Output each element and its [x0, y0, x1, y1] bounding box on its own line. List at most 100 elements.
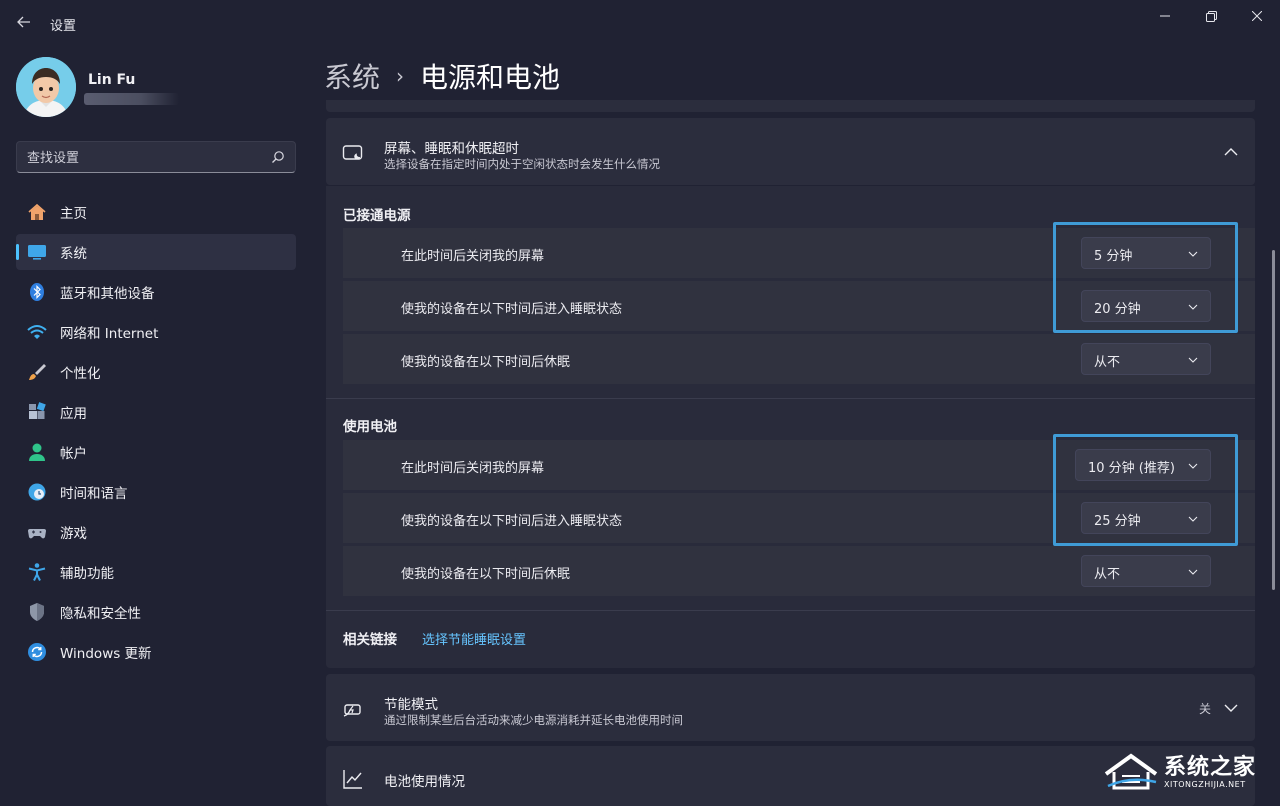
sidebar-item-label: 系统: [60, 246, 87, 262]
sidebar-item-label: 游戏: [60, 526, 87, 542]
user-name: Lin Fu: [88, 72, 136, 88]
apps-icon: [26, 401, 48, 423]
shield-icon: [26, 601, 48, 623]
search-icon[interactable]: [271, 150, 285, 164]
sidebar-item-label: 主页: [60, 206, 87, 222]
restore-icon: [1205, 10, 1217, 22]
sidebar-item-time-language[interactable]: 时间和语言: [16, 474, 296, 510]
row-label: 在此时间后关闭我的屏幕: [401, 461, 545, 476]
watermark-url: XITONGZHIJIA.NET: [1164, 779, 1246, 789]
section-title: 节能模式: [384, 697, 438, 713]
bluetooth-icon: [26, 281, 48, 303]
accessibility-icon: [26, 561, 48, 583]
on-battery-label: 使用电池: [343, 419, 397, 435]
divider: [326, 398, 1255, 399]
sidebar-item-personalization[interactable]: 个性化: [16, 354, 296, 390]
search-box[interactable]: [16, 141, 296, 174]
section-description: 选择设备在指定时间内处于空闲状态时会发生什么情况: [384, 157, 660, 171]
wifi-icon: [26, 321, 48, 343]
sidebar-item-label: 个性化: [60, 366, 101, 382]
back-arrow-icon: [17, 16, 30, 28]
sidebar-item-label: 时间和语言: [60, 486, 128, 502]
energy-saver-state: 关: [1198, 702, 1211, 716]
house-logo-icon: [1104, 753, 1158, 790]
chevron-down-icon: [1188, 569, 1198, 575]
scrollbar[interactable]: [1272, 250, 1275, 590]
home-icon: [26, 201, 48, 223]
energy-saver-icon: [343, 704, 361, 717]
minimize-button[interactable]: [1142, 0, 1188, 32]
chevron-down-icon[interactable]: [1223, 700, 1239, 716]
sidebar-nav: 主页 系统 蓝牙和其他设备 网络和 Internet 个性化 应用 帐户 时间和…: [16, 194, 296, 674]
hibernate-plugged-dropdown[interactable]: 从不: [1081, 343, 1211, 375]
divider: [326, 610, 1255, 611]
screen-sleep-header[interactable]: 屏幕、睡眠和休眠超时 选择设备在指定时间内处于空闲状态时会发生什么情况: [326, 118, 1255, 185]
account-icon: [26, 441, 48, 463]
app-title: 设置: [50, 19, 77, 34]
section-description: 通过限制某些后台活动来减少电源消耗并延长电池使用时间: [384, 713, 683, 727]
back-button[interactable]: [12, 10, 36, 34]
highlight-box: [1053, 222, 1238, 333]
related-links-label: 相关链接: [343, 632, 397, 648]
globe-clock-icon: [26, 481, 48, 503]
gamepad-icon: [26, 521, 48, 543]
avatar-image: [16, 57, 76, 117]
sidebar-item-label: 隐私和安全性: [60, 606, 141, 622]
energy-saver-card[interactable]: 节能模式 通过限制某些后台活动来减少电源消耗并延长电池使用时间 关: [326, 674, 1255, 741]
screen-sleep-icon: [342, 145, 363, 160]
system-icon: [26, 241, 48, 263]
dropdown-value: 从不: [1094, 355, 1121, 370]
sidebar-item-bluetooth[interactable]: 蓝牙和其他设备: [16, 274, 296, 310]
page-title: 电源和电池: [420, 61, 561, 94]
sidebar-item-label: Windows 更新: [60, 646, 152, 662]
breadcrumb: 系统 › 电源和电池: [324, 56, 560, 96]
close-button[interactable]: [1234, 0, 1280, 32]
sidebar-item-label: 辅助功能: [60, 566, 114, 582]
breadcrumb-separator: ›: [396, 64, 405, 88]
title-bar: 设置: [0, 0, 1280, 44]
row-label: 使我的设备在以下时间后进入睡眠状态: [401, 514, 623, 529]
sidebar-item-label: 蓝牙和其他设备: [60, 286, 155, 302]
avatar[interactable]: [16, 57, 76, 117]
setting-row: 使我的设备在以下时间后休眠 从不: [343, 334, 1255, 384]
watermark-text: 系统之家 XITONGZHIJIA.NET: [1164, 754, 1257, 789]
sidebar-item-label: 应用: [60, 406, 87, 422]
row-label: 使我的设备在以下时间后休眠: [401, 355, 571, 370]
sidebar-item-apps[interactable]: 应用: [16, 394, 296, 430]
user-email-blurred: [84, 93, 179, 105]
breadcrumb-parent[interactable]: 系统: [324, 56, 380, 96]
row-label: 使我的设备在以下时间后休眠: [401, 567, 571, 582]
setting-row: 使我的设备在以下时间后休眠 从不: [343, 546, 1255, 596]
sidebar-item-network[interactable]: 网络和 Internet: [16, 314, 296, 350]
chevron-down-icon: [1188, 357, 1198, 363]
sidebar-item-privacy[interactable]: 隐私和安全性: [16, 594, 296, 630]
section-title: 电池使用情况: [384, 774, 465, 790]
sidebar-item-system[interactable]: 系统: [16, 234, 296, 270]
sidebar-item-windows-update[interactable]: Windows 更新: [16, 634, 296, 670]
row-label: 在此时间后关闭我的屏幕: [401, 249, 545, 264]
highlight-box: [1053, 434, 1238, 546]
hibernate-battery-dropdown[interactable]: 从不: [1081, 555, 1211, 587]
plugged-in-label: 已接通电源: [343, 208, 411, 224]
sidebar-item-home[interactable]: 主页: [16, 194, 296, 230]
watermark: 系统之家 XITONGZHIJIA.NET: [1102, 750, 1272, 794]
sidebar-item-accessibility[interactable]: 辅助功能: [16, 554, 296, 590]
previous-card-edge: [326, 100, 1255, 112]
row-label: 使我的设备在以下时间后进入睡眠状态: [401, 302, 623, 317]
sidebar-item-label: 网络和 Internet: [60, 326, 159, 342]
sidebar-item-label: 帐户: [60, 446, 87, 462]
energy-sleep-settings-link[interactable]: 选择节能睡眠设置: [422, 629, 526, 648]
minimize-icon: [1160, 15, 1170, 17]
dropdown-value: 从不: [1094, 567, 1121, 582]
section-title: 屏幕、睡眠和休眠超时: [384, 141, 519, 157]
maximize-button[interactable]: [1188, 0, 1234, 32]
sidebar-item-accounts[interactable]: 帐户: [16, 434, 296, 470]
update-icon: [26, 641, 48, 663]
brush-icon: [26, 361, 48, 383]
chevron-up-icon[interactable]: [1223, 144, 1239, 160]
chart-icon: [343, 770, 362, 789]
sidebar-item-gaming[interactable]: 游戏: [16, 514, 296, 550]
watermark-name: 系统之家: [1164, 754, 1257, 780]
close-icon: [1252, 11, 1262, 21]
search-input[interactable]: [17, 142, 269, 174]
